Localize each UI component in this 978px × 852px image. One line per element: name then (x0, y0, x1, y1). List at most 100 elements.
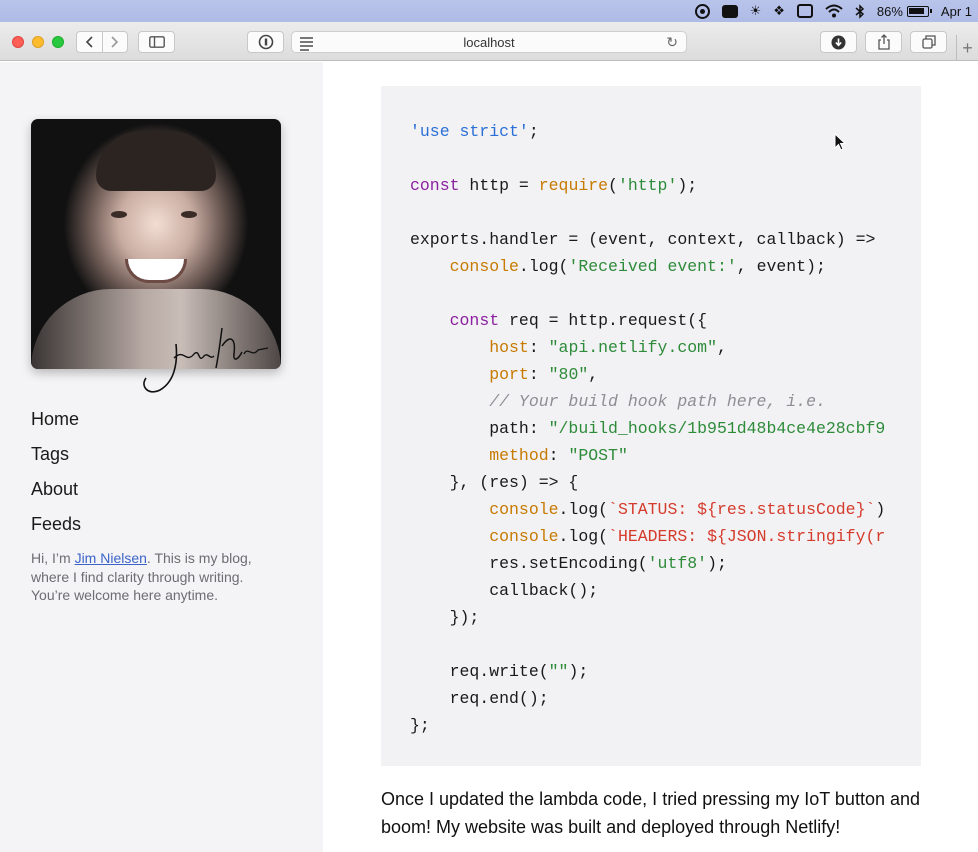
back-button[interactable] (77, 32, 102, 52)
code-token: }); (410, 608, 480, 627)
code-token: , event); (736, 257, 826, 276)
code-token: "POST" (568, 446, 628, 465)
reader-mode-icon[interactable] (300, 37, 313, 53)
code-line: }, (res) => { (410, 473, 579, 492)
article-paragraph: Once I updated the lambda code, I tried … (381, 789, 920, 837)
code-line: // Your build hook path here, i.e. (410, 392, 826, 411)
code-token: ) (875, 500, 886, 519)
wifi-icon[interactable] (825, 4, 843, 18)
blog-sidebar: Home Tags About Feeds Hi, I’m Jim Nielse… (0, 62, 323, 852)
address-text: localhost (463, 34, 515, 50)
code-token: : (548, 446, 569, 465)
code-line: req.end(); (410, 689, 549, 708)
code-token: req = http.request({ (499, 311, 708, 330)
video-camera-icon[interactable] (721, 4, 738, 18)
code-token: ); (707, 554, 727, 573)
bluetooth-icon[interactable] (855, 3, 865, 19)
code-line: exports.handler = (event, context, callb… (410, 230, 875, 249)
nav-about[interactable]: About (31, 472, 81, 507)
dropbox-icon[interactable]: ❖ (773, 3, 785, 19)
code-token: callback(); (410, 581, 599, 600)
menu-bar: ☀ ❖ 86% Apr 1 (0, 0, 978, 22)
code-token: 'utf8' (647, 554, 708, 573)
sidebar-toggle-button[interactable] (138, 31, 175, 53)
battery-status[interactable]: 86% (876, 3, 932, 19)
author-name-link[interactable]: Jim Nielsen (75, 550, 147, 566)
author-bio: Hi, I’m Jim Nielsen. This is my blog, wh… (31, 549, 281, 605)
share-icon (877, 34, 890, 50)
code-token: }; (410, 716, 430, 735)
code-token: port (489, 365, 529, 384)
code-token: http = (459, 176, 539, 195)
code-line: req.write(""); (410, 662, 589, 681)
history-nav (76, 31, 128, 53)
battery-icon (906, 5, 932, 17)
tab-overview-button[interactable] (910, 31, 947, 53)
code-token: require (538, 176, 609, 195)
code-token: , (716, 338, 727, 357)
portrait-smile (125, 259, 187, 283)
code-token: // Your build hook path here, i.e. (489, 392, 826, 411)
new-tab-button[interactable]: + (956, 35, 978, 61)
downloads-button[interactable] (820, 31, 857, 53)
forward-button[interactable] (101, 32, 127, 52)
code-text: 'use strict'; const http = require('http… (410, 118, 921, 739)
code-token: "" (548, 662, 569, 681)
code-line: const http = require('http'); (410, 176, 697, 195)
nav-tags[interactable]: Tags (31, 437, 81, 472)
code-token: ( (608, 176, 618, 195)
code-line: port: "80", (410, 365, 598, 384)
portrait-eye-right (181, 211, 197, 218)
code-token: req.end(); (410, 689, 549, 708)
portrait-hair (96, 131, 216, 191)
portrait-eye-left (111, 211, 127, 218)
code-line: 'use strict'; (410, 122, 539, 141)
code-token: : (528, 365, 549, 384)
screen-record-icon[interactable] (694, 3, 710, 19)
minimize-window-button[interactable] (32, 36, 44, 48)
close-window-button[interactable] (12, 36, 24, 48)
code-token: .log( (558, 500, 609, 519)
code-block[interactable]: 'use strict'; const http = require('http… (381, 86, 921, 766)
menubar-date[interactable]: Apr 1 (941, 4, 972, 19)
app-status-icon[interactable] (796, 4, 813, 18)
browser-toolbar: localhost ↻ + (0, 22, 978, 61)
share-button[interactable] (865, 31, 902, 53)
code-token: 'http' (617, 176, 678, 195)
code-token: , (588, 365, 599, 384)
code-token: .log( (558, 527, 609, 546)
plus-icon: + (962, 37, 973, 58)
site-nav: Home Tags About Feeds (31, 402, 81, 542)
code-token: ); (568, 662, 589, 681)
code-token: `HEADERS: ${JSON.stringify(r (608, 527, 886, 546)
code-token: }, (res) => { (410, 473, 579, 492)
code-token: "/build_hooks/1b951d48b4ce4e28cbf9 (548, 419, 886, 438)
download-icon (831, 35, 846, 49)
code-token: 'use strict' (410, 122, 529, 141)
article-content: 'use strict'; const http = require('http… (323, 62, 978, 852)
nav-home[interactable]: Home (31, 402, 81, 437)
fullscreen-window-button[interactable] (52, 36, 64, 48)
nav-feeds[interactable]: Feeds (31, 507, 81, 542)
battery-percent: 86% (876, 3, 903, 19)
code-token: console (449, 257, 519, 276)
code-token: ); (677, 176, 698, 195)
code-token: "80" (548, 365, 589, 384)
brightness-icon[interactable]: ☀ (750, 3, 762, 19)
code-token: "api.netlify.com" (548, 338, 717, 357)
address-bar[interactable]: localhost ↻ (291, 31, 687, 53)
code-line: console.log('Received event:', event); (410, 257, 826, 276)
code-token: 'Received event:' (568, 257, 737, 276)
reload-icon[interactable]: ↻ (666, 34, 678, 51)
code-token: exports.handler = (event, context, callb… (410, 230, 876, 249)
code-token: : (528, 338, 549, 357)
password-manager-button[interactable] (247, 31, 284, 53)
code-line: host: "api.netlify.com", (410, 338, 727, 357)
